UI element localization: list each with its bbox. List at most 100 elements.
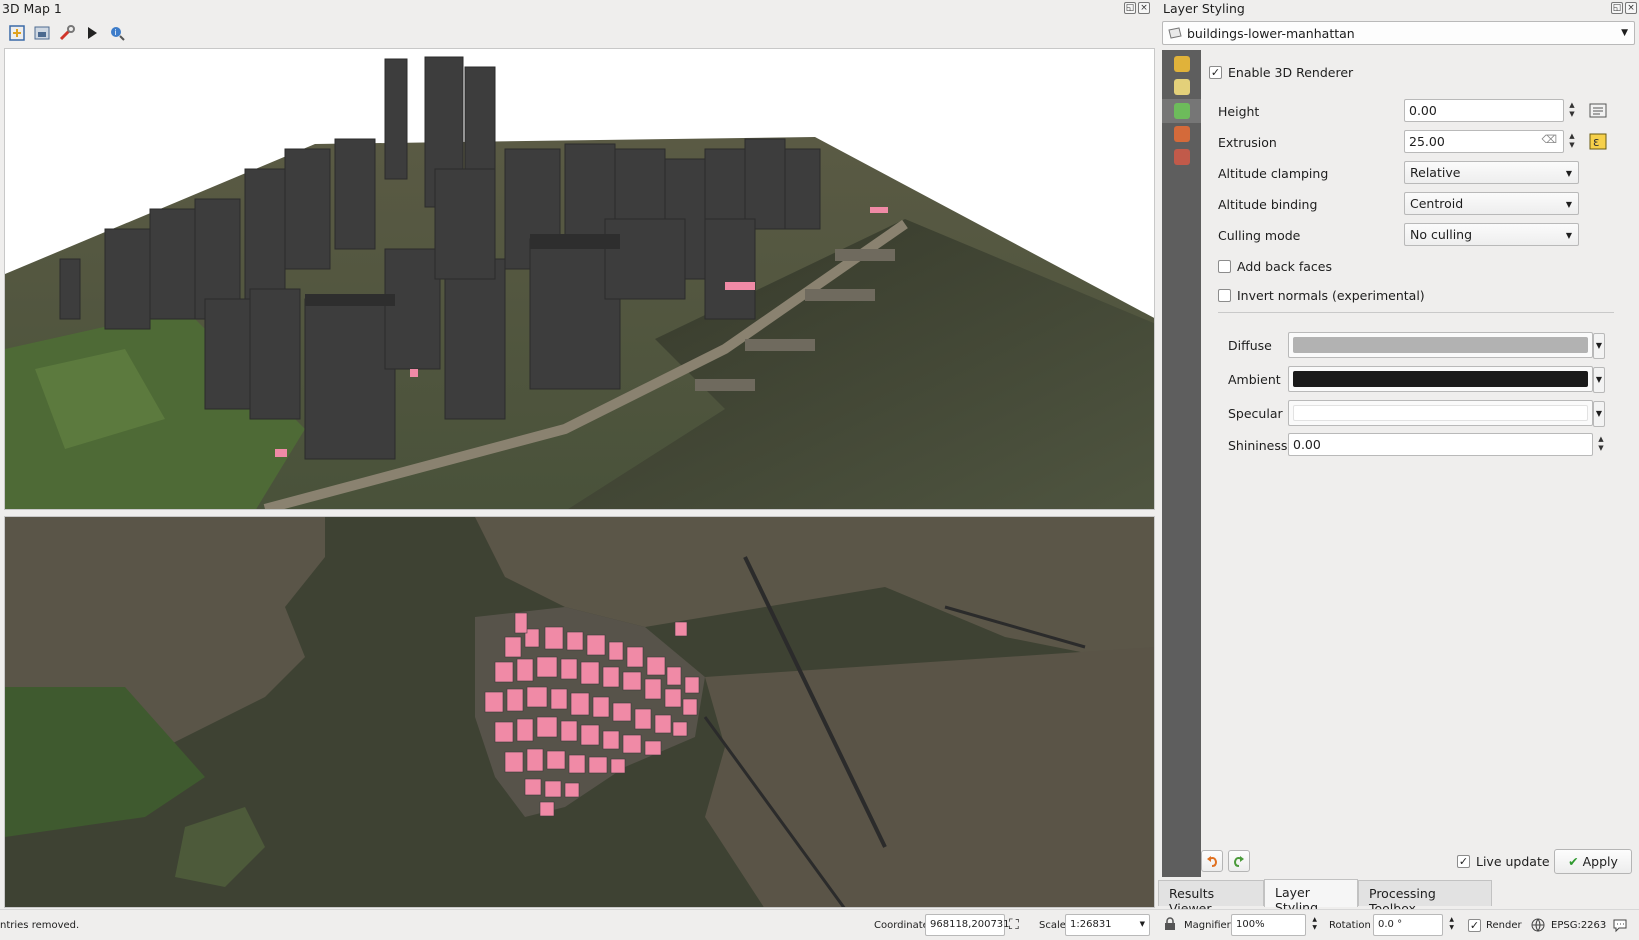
data-defined-override-icon[interactable] — [1588, 101, 1610, 124]
3d-view-icon[interactable] — [1174, 103, 1190, 119]
divider — [1218, 312, 1614, 313]
layer-styling-footer: ✓ Live update ✔ Apply — [1200, 848, 1639, 878]
tab-processing-toolbox[interactable]: Processing Toolbox — [1358, 880, 1492, 916]
spin-arrows-icon[interactable]: ▲ ▼ — [1596, 435, 1606, 453]
expression-override-icon[interactable]: ε — [1588, 132, 1610, 155]
redo-button[interactable] — [1228, 850, 1250, 872]
map3d-title: 3D Map 1 — [2, 1, 62, 16]
status-bar: ntries removed. Coordinate 968118,200731… — [0, 909, 1639, 940]
layer-styling-titlebar: Layer Styling ◱ × — [1162, 0, 1639, 18]
clear-icon[interactable]: ⌫ — [1541, 133, 1557, 146]
altitude-clamping-select[interactable]: Relative ▼ — [1404, 161, 1579, 184]
identify-icon[interactable]: i — [106, 22, 127, 43]
map2d-render — [5, 517, 1154, 907]
specular-swatch — [1293, 405, 1588, 421]
close-icon[interactable]: × — [1625, 2, 1637, 14]
lock-icon[interactable] — [1164, 917, 1176, 934]
extrusion-input[interactable]: 25.00 ⌫ ▲ ▼ — [1404, 130, 1575, 153]
ambient-color-button[interactable]: ▼ — [1288, 366, 1605, 393]
height-label: Height — [1218, 104, 1260, 119]
culling-mode-select[interactable]: No culling ▼ — [1404, 223, 1579, 246]
diffuse-color-button[interactable]: ▼ — [1288, 332, 1605, 359]
symbology-icon[interactable] — [1174, 56, 1190, 72]
chevron-down-icon: ▼ — [1565, 231, 1572, 240]
diagrams-icon[interactable] — [1174, 126, 1190, 142]
add-back-faces-checkbox[interactable] — [1218, 260, 1231, 273]
polygon-layer-icon — [1168, 27, 1182, 39]
messages-icon[interactable] — [1612, 917, 1628, 936]
spin-arrows-icon[interactable]: ▲ ▼ — [1312, 916, 1317, 932]
chevron-down-icon: ▼ — [1565, 169, 1572, 178]
add-back-faces-label: Add back faces — [1237, 259, 1332, 274]
tab-layer-styling[interactable]: Layer Styling — [1264, 879, 1358, 915]
toggle-extents-icon[interactable]: ⛶ — [1009, 917, 1019, 933]
map2d-canvas[interactable] — [4, 516, 1155, 908]
chevron-down-icon[interactable]: ▼ — [1593, 401, 1605, 427]
chevron-down-icon[interactable]: ▼ — [1593, 333, 1605, 359]
spin-arrows-icon[interactable]: ▲ ▼ — [1567, 101, 1577, 119]
spin-arrows-icon[interactable]: ▲ ▼ — [1567, 132, 1577, 150]
specular-label: Specular — [1228, 406, 1283, 421]
culling-mode-label: Culling mode — [1218, 228, 1301, 243]
altitude-binding-select[interactable]: Centroid ▼ — [1404, 192, 1579, 215]
coordinate-label: Coordinate — [874, 920, 929, 931]
map3d-render — [5, 56, 1154, 509]
add-back-faces[interactable]: Add back faces — [1218, 259, 1332, 274]
crs-label[interactable]: EPSG:2263 — [1551, 920, 1606, 931]
rotation-value: 0.0 ° — [1378, 919, 1403, 930]
rotation-input[interactable]: 0.0 ° ▲ ▼ — [1373, 914, 1454, 936]
magnifier-label: Magnifier — [1184, 920, 1231, 931]
save-image-icon[interactable] — [31, 22, 52, 43]
history-icon[interactable] — [1174, 149, 1190, 165]
map3d-titlebar: 3D Map 1 ◱ × — [0, 0, 1160, 18]
live-update[interactable]: ✓ Live update — [1457, 854, 1550, 869]
spin-arrows-icon[interactable]: ▲ ▼ — [1449, 916, 1454, 932]
chevron-down-icon: ▼ — [1139, 920, 1145, 928]
height-value: 0.00 — [1409, 103, 1437, 118]
map3d-canvas[interactable] — [4, 48, 1155, 510]
svg-text:ε: ε — [1593, 135, 1600, 149]
enable-3d-label: Enable 3D Renderer — [1228, 65, 1354, 80]
undo-icon — [1207, 856, 1218, 867]
rotation-label: Rotation — [1329, 920, 1371, 931]
render-checkbox[interactable]: ✓ — [1468, 919, 1481, 932]
undo-button[interactable] — [1201, 850, 1223, 872]
coordinate-input[interactable]: 968118,200731 — [925, 914, 1010, 936]
shininess-input[interactable]: 0.00 ▲ ▼ — [1288, 433, 1604, 456]
enable-3d-checkbox[interactable]: ✓ — [1209, 66, 1222, 79]
redo-icon — [1233, 856, 1244, 867]
specular-color-button[interactable]: ▼ — [1288, 400, 1605, 427]
projection-icon[interactable] — [1530, 917, 1546, 936]
magnifier-input[interactable]: 100% ▲ ▼ — [1231, 914, 1317, 936]
shininess-value: 0.00 — [1293, 437, 1321, 452]
chevron-down-icon: ▼ — [1621, 28, 1628, 38]
configure-icon[interactable] — [56, 22, 77, 43]
diffuse-swatch — [1293, 337, 1588, 353]
invert-normals[interactable]: Invert normals (experimental) — [1218, 288, 1425, 303]
chevron-down-icon: ▼ — [1565, 200, 1572, 209]
live-update-checkbox[interactable]: ✓ — [1457, 855, 1470, 868]
extrusion-label: Extrusion — [1218, 135, 1277, 150]
layer-styling-window-buttons: ◱ × — [1611, 2, 1637, 14]
tab-results-viewer[interactable]: Results Viewer — [1158, 880, 1264, 916]
float-icon[interactable]: ◱ — [1611, 2, 1623, 14]
layer-select[interactable]: buildings-lower-manhattan ▼ — [1162, 21, 1635, 45]
close-icon[interactable]: × — [1138, 2, 1150, 14]
chevron-down-icon[interactable]: ▼ — [1593, 367, 1605, 393]
zoom-full-icon[interactable] — [6, 22, 27, 43]
apply-label: Apply — [1582, 854, 1618, 869]
enable-3d-renderer[interactable]: ✓ Enable 3D Renderer — [1209, 65, 1353, 80]
altitude-clamping-label: Altitude clamping — [1218, 166, 1329, 181]
float-icon[interactable]: ◱ — [1124, 2, 1136, 14]
live-update-label: Live update — [1476, 854, 1550, 869]
height-input[interactable]: 0.00 ▲ ▼ — [1404, 99, 1575, 122]
invert-normals-checkbox[interactable] — [1218, 289, 1231, 302]
layer-styling-sidebar — [1162, 50, 1201, 877]
culling-mode-value: No culling — [1410, 227, 1473, 242]
apply-button[interactable]: ✔ Apply — [1554, 849, 1632, 874]
scale-select[interactable]: 1:26831 ▼ — [1065, 914, 1150, 936]
play-animation-icon[interactable] — [81, 22, 102, 43]
dock-tabbar: Results Viewer Layer Styling Processing … — [1158, 879, 1639, 916]
labels-icon[interactable] — [1174, 79, 1190, 95]
scale-label: Scale — [1039, 920, 1066, 931]
